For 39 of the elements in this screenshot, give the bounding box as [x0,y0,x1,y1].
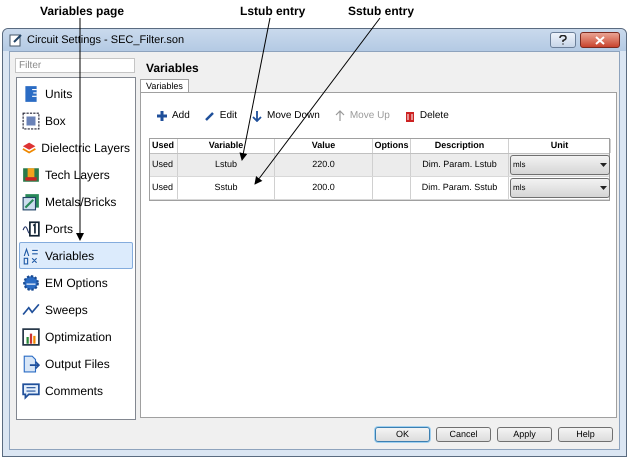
table-cell-text: Sstub [214,181,238,194]
filter-field[interactable]: Filter [15,58,135,73]
sidebar-item[interactable]: Units [19,80,133,107]
toolbar-button[interactable]: Delete [404,108,449,123]
toolbar-button[interactable]: Edit [204,108,238,123]
page-title: Variables [146,60,199,77]
table-cell-text: Lstub [214,158,238,172]
table-cell-text: Used [152,181,174,194]
sidebar-item[interactable]: Box [19,107,133,134]
column-header: Unit [509,139,611,153]
callout-label: Variables page [40,3,124,20]
column-header: Description [411,139,509,153]
table-cell-text: Used [152,158,174,172]
column-header: Value [275,139,373,153]
table-cell-text: Dim. Param. Lstub [422,158,497,172]
sidebar-item[interactable]: Optimization [19,323,133,350]
unit-dropdown[interactable]: mls [510,178,610,198]
callout-label: Lstub entry [240,3,306,20]
sidebar-item[interactable]: Variables [19,242,133,269]
dialog-button[interactable]: Apply [497,427,552,442]
dialog-button[interactable]: Help [558,427,613,442]
column-header: Options [373,139,411,153]
sidebar-item[interactable]: Output Files [19,350,133,377]
sidebar-item[interactable]: Ports [19,215,133,242]
table-cell-text: Dim. Param. Sstub [422,181,498,194]
table-row[interactable]: Used Sstub 200.0 Dim. Param. Sstub mls [150,177,609,200]
sidebar-item[interactable]: Sweeps [19,296,133,323]
dialog-button[interactable]: OK [375,427,430,442]
table-cell-text: 220.0 [312,158,335,172]
toolbar-button[interactable]: Add [156,108,190,123]
callout-label: Sstub entry [348,3,414,20]
table-row[interactable]: Used Lstub 220.0 Dim. Param. Lstub mls [150,154,609,177]
column-header: Used [150,139,178,153]
sidebar-item[interactable]: Comments [19,377,133,404]
dialog-button[interactable]: Cancel [436,427,491,442]
unit-dropdown[interactable]: mls [510,155,610,175]
table-cell-text: 200.0 [312,181,335,194]
column-header: Variable [178,139,275,153]
sidebar-item[interactable]: EM Options [19,269,133,296]
